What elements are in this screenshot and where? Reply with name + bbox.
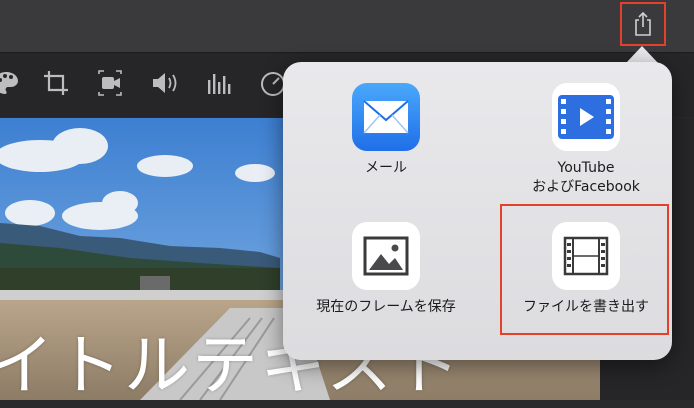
equalizer-button[interactable] xyxy=(202,65,238,101)
crop-icon xyxy=(44,71,68,95)
share-item-label: 現在のフレームを保存 xyxy=(316,299,456,315)
share-icon xyxy=(635,11,651,36)
stabilization-button[interactable] xyxy=(92,65,128,101)
volume-button[interactable] xyxy=(147,65,183,101)
share-button[interactable] xyxy=(620,2,666,46)
share-item-youtube-facebook[interactable]: YouTube およびFacebook xyxy=(501,83,671,197)
volume-icon xyxy=(153,73,177,93)
mail-icon xyxy=(352,83,420,151)
share-item-save-frame[interactable]: 現在のフレームを保存 xyxy=(301,222,471,317)
share-item-label: YouTube およびFacebook xyxy=(532,160,640,195)
color-palette-icon xyxy=(0,72,18,94)
equalizer-icon xyxy=(208,74,231,94)
youtube-facebook-icon xyxy=(552,83,620,151)
camera-stabilize-icon xyxy=(98,70,122,96)
crop-button[interactable] xyxy=(38,65,74,101)
share-item-mail[interactable]: メール xyxy=(301,83,471,178)
popover-arrow xyxy=(626,46,658,63)
share-item-label: メール xyxy=(365,160,407,176)
image-icon xyxy=(352,222,420,290)
top-bar xyxy=(0,0,694,53)
color-palette-button[interactable] xyxy=(0,65,24,101)
export-file-highlight xyxy=(500,204,669,335)
